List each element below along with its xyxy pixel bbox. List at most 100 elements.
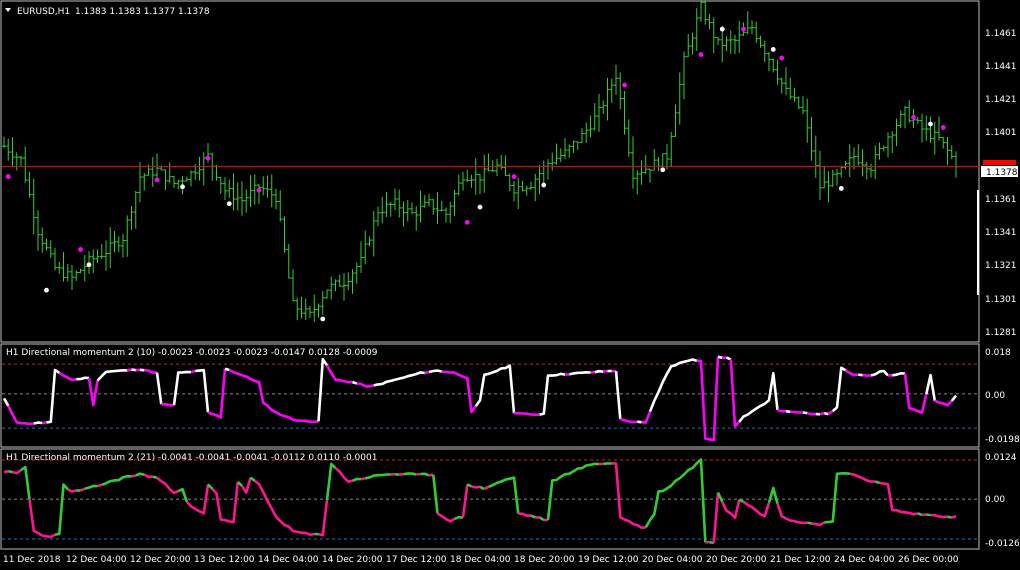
dm10-line-segment	[424, 370, 430, 375]
dm10-line-segment	[844, 369, 859, 377]
dm10-line-segment	[172, 370, 192, 406]
price-tick: 1.1441	[985, 62, 1017, 72]
dm10-line-segment	[870, 369, 889, 377]
dm10-line-segment	[224, 367, 230, 372]
time-tick: 21 Dec 12:00	[770, 555, 831, 565]
dm10-line-segment	[823, 411, 829, 416]
dm21-line-segment	[253, 479, 315, 537]
dm10-line-segment	[207, 368, 227, 419]
dm21-line-segment	[874, 480, 880, 485]
price-tick: 1.1321	[985, 261, 1017, 271]
signal-dot-magenta	[5, 174, 11, 179]
dm21-line-segment	[538, 516, 545, 522]
dm10-line-segment	[126, 368, 132, 372]
dm21-line-segment	[926, 513, 931, 517]
sub2-title: H1 Directional momentum 2 (21) -0.0041 -…	[6, 453, 377, 463]
time-tick: 11 Dec 2018	[3, 555, 61, 565]
signal-dot-white	[86, 262, 92, 268]
dm10-line-segment	[195, 368, 210, 413]
dm21-line-segment	[611, 462, 646, 530]
dm21-line-segment	[156, 476, 179, 495]
dm21-line-segment	[352, 477, 362, 482]
ohlc-readout: 1.1383 1.1383 1.1377 1.1378	[75, 7, 210, 17]
dm21-line-segment	[325, 462, 337, 501]
chart-window: EURUSD,H1 1.1383 1.1383 1.1377 1.1378 H1…	[0, 0, 1020, 570]
dm21-line-segment	[420, 472, 430, 477]
dm10-line-segment	[46, 368, 61, 424]
symbol-label: EURUSD,H1	[17, 7, 70, 17]
sub1-pane-frame	[0, 343, 980, 448]
signal-dot-white	[719, 26, 725, 32]
dm10-line-segment	[513, 411, 540, 417]
dm21-line-segment	[20, 465, 31, 500]
dm10-line-segment	[738, 371, 779, 423]
price-axis: 1.1461 1.1441 1.1421 1.1401 1.1361 1.134…	[985, 29, 1017, 338]
dm21-line-segment	[54, 483, 69, 536]
dm10-line-segment	[637, 420, 642, 424]
signal-dot-white	[180, 184, 185, 190]
dm10-line-segment	[785, 409, 791, 414]
time-tick: 14 Dec 04:00	[258, 555, 319, 565]
signal-dot-white	[928, 121, 933, 127]
dm21-line-segment	[394, 472, 400, 476]
dm21-line-segment	[67, 488, 77, 493]
dm10-line-segment	[428, 369, 443, 374]
dm21-line-segment	[479, 485, 485, 491]
dm21-line-segment	[84, 484, 98, 490]
dm21-line-segment	[917, 512, 923, 517]
dm10-line-segment	[934, 399, 953, 407]
dm10-line-segment	[925, 373, 937, 401]
dm21-line-segment	[131, 474, 137, 478]
sub1-title: H1 Directional momentum 2 (10) -0.0023 -…	[6, 348, 378, 358]
dm21-line-segment	[28, 498, 56, 539]
dm10-line-segment	[729, 359, 741, 428]
ask-price-tab	[983, 160, 1016, 165]
dm10-line-segment	[696, 356, 720, 442]
dm21-line-segment	[849, 472, 876, 483]
dm21-line-segment	[8, 469, 13, 474]
sub1-tick: -0.0198	[985, 435, 1020, 445]
signal-dot-magenta	[256, 187, 262, 193]
signal-dot-magenta	[779, 55, 785, 61]
signal-dot-magenta	[622, 82, 627, 88]
dm10-line-segment	[2, 397, 10, 407]
dm10-line-segment	[373, 371, 425, 387]
time-tick: 20 Dec 20:00	[706, 555, 767, 565]
price-tick: 1.1421	[985, 95, 1017, 105]
dm10-line-segment	[42, 421, 47, 425]
time-tick: 18 Dec 20:00	[514, 555, 575, 565]
triangle-down-icon[interactable]	[5, 8, 11, 12]
dm10-line-segment	[831, 366, 847, 413]
dm21-line-segment	[742, 500, 771, 518]
dm10-line-segment	[903, 373, 928, 414]
dm21-line-segment	[488, 476, 520, 514]
signal-dot-magenta	[464, 219, 470, 225]
dm10-line-segment	[356, 382, 375, 388]
signal-dot-magenta	[78, 247, 83, 252]
signal-dot-magenta	[154, 177, 160, 183]
dm10-line-segment	[648, 358, 698, 412]
chart-canvas[interactable]: EURUSD,H1 1.1383 1.1383 1.1377 1.1378 H1…	[0, 0, 1020, 570]
dm10-line-segment	[725, 356, 732, 361]
signal-dot-white	[838, 186, 844, 191]
signal-dot-magenta	[205, 155, 211, 161]
sub1-tick: 0.00	[985, 391, 1005, 401]
dm21-line-segment	[454, 515, 464, 521]
dm10-line-segment	[228, 368, 319, 424]
dm10-line-segment	[950, 394, 958, 402]
time-tick: 17 Dec 12:00	[386, 555, 447, 565]
signal-dot-magenta	[741, 26, 746, 32]
dm21-line-segment	[483, 485, 490, 491]
price-tick: 1.1301	[985, 295, 1017, 305]
dm21-line-segment	[921, 513, 927, 517]
dm21-line-segment	[811, 521, 825, 527]
dm10-line-segment	[806, 411, 816, 416]
dm10-line-segment	[717, 355, 723, 360]
signal-dot-magenta	[511, 174, 517, 179]
dm21-line-segment	[211, 481, 240, 524]
dm21-line-segment	[240, 477, 252, 494]
dm21-line-segment	[79, 487, 86, 492]
dm10-line-segment	[131, 368, 137, 372]
dm10-line-segment	[33, 421, 43, 425]
dm10-line-segment	[155, 372, 163, 405]
